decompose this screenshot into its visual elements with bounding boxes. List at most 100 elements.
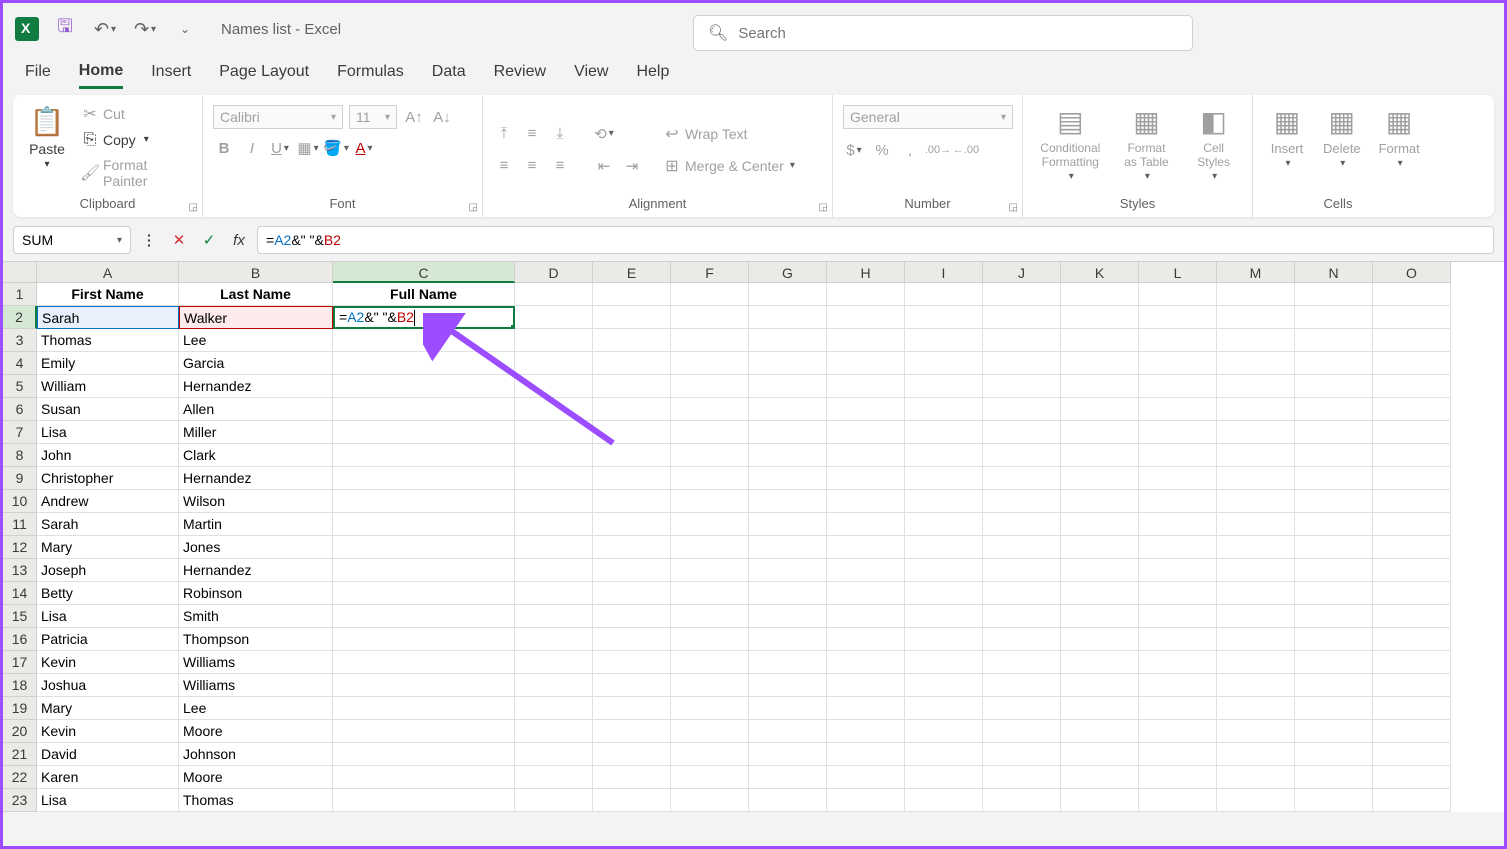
wrap-text-button[interactable]: ↩Wrap Text	[659, 123, 799, 145]
cell[interactable]	[333, 375, 515, 398]
cell[interactable]	[671, 513, 749, 536]
cell[interactable]	[749, 720, 827, 743]
cell[interactable]	[905, 743, 983, 766]
cell[interactable]	[1139, 490, 1217, 513]
font-launcher-icon[interactable]: ◲	[469, 202, 478, 213]
cell[interactable]	[827, 375, 905, 398]
tab-home[interactable]: Home	[79, 62, 123, 89]
cell[interactable]: Last Name	[179, 283, 333, 306]
merge-center-button[interactable]: ⊞Merge & Center	[659, 155, 799, 177]
cell[interactable]	[593, 490, 671, 513]
cell[interactable]: Hernandez	[179, 559, 333, 582]
cell[interactable]	[333, 605, 515, 628]
cell[interactable]	[515, 306, 593, 329]
cell[interactable]	[1139, 536, 1217, 559]
cell[interactable]	[1139, 421, 1217, 444]
cell[interactable]	[827, 582, 905, 605]
cell[interactable]: William	[37, 375, 179, 398]
cell[interactable]	[1373, 766, 1451, 789]
cell[interactable]	[1217, 697, 1295, 720]
row-header[interactable]: 7	[3, 421, 37, 444]
cell[interactable]	[1295, 329, 1373, 352]
tab-file[interactable]: File	[25, 63, 51, 87]
cell[interactable]	[593, 398, 671, 421]
font-size-select[interactable]: 11▾	[349, 105, 397, 129]
cell[interactable]	[333, 329, 515, 352]
cell[interactable]	[1061, 697, 1139, 720]
cell[interactable]	[1217, 605, 1295, 628]
cell[interactable]: Sarah	[37, 513, 179, 536]
cell[interactable]	[1295, 352, 1373, 375]
cell[interactable]: Martin	[179, 513, 333, 536]
cell[interactable]: Allen	[179, 398, 333, 421]
cell[interactable]	[1139, 720, 1217, 743]
cell[interactable]: Lisa	[37, 421, 179, 444]
col-header-l[interactable]: L	[1139, 262, 1217, 283]
decrease-decimal-icon[interactable]: ←.00	[955, 139, 977, 161]
qat-customize-icon[interactable]: ⌄	[171, 15, 199, 43]
cell[interactable]	[827, 306, 905, 329]
cell[interactable]	[749, 743, 827, 766]
cell[interactable]	[827, 743, 905, 766]
cell[interactable]	[593, 743, 671, 766]
cell[interactable]	[1295, 536, 1373, 559]
cell[interactable]	[593, 720, 671, 743]
cell[interactable]	[333, 720, 515, 743]
cell[interactable]	[1217, 651, 1295, 674]
row-header[interactable]: 6	[3, 398, 37, 421]
cell[interactable]: Patricia	[37, 628, 179, 651]
cell[interactable]	[749, 490, 827, 513]
cell[interactable]	[1139, 513, 1217, 536]
cell[interactable]	[749, 605, 827, 628]
cell[interactable]	[515, 720, 593, 743]
paste-button[interactable]: 📋 Paste ▾	[23, 101, 71, 192]
cell[interactable]	[905, 283, 983, 306]
cell[interactable]	[593, 306, 671, 329]
formula-enter-icon[interactable]: ✓	[197, 228, 221, 252]
cell[interactable]	[671, 329, 749, 352]
cell[interactable]	[1217, 444, 1295, 467]
cell[interactable]	[1295, 513, 1373, 536]
col-header-m[interactable]: M	[1217, 262, 1295, 283]
cell[interactable]	[1061, 766, 1139, 789]
cell[interactable]	[1373, 605, 1451, 628]
cell[interactable]	[515, 444, 593, 467]
cell[interactable]	[515, 536, 593, 559]
cell[interactable]: Thompson	[179, 628, 333, 651]
cell[interactable]	[983, 352, 1061, 375]
cell[interactable]	[983, 697, 1061, 720]
cell[interactable]	[983, 467, 1061, 490]
cut-button[interactable]: ✂Cut	[77, 103, 192, 125]
cell[interactable]: Thomas	[37, 329, 179, 352]
cell[interactable]	[827, 513, 905, 536]
cell[interactable]: Betty	[37, 582, 179, 605]
cell-styles-button[interactable]: ◧Cell Styles	[1185, 101, 1242, 192]
cell[interactable]	[333, 582, 515, 605]
cell[interactable]	[1139, 766, 1217, 789]
cell[interactable]	[1373, 306, 1451, 329]
cell[interactable]	[1061, 628, 1139, 651]
name-box[interactable]: SUM ▾	[13, 226, 131, 254]
format-button[interactable]: ▦Format	[1373, 101, 1426, 192]
cell[interactable]	[827, 605, 905, 628]
cell[interactable]	[671, 674, 749, 697]
cell[interactable]	[671, 651, 749, 674]
row-header[interactable]: 10	[3, 490, 37, 513]
row-header[interactable]: 19	[3, 697, 37, 720]
cell[interactable]	[905, 674, 983, 697]
cell[interactable]	[749, 375, 827, 398]
increase-indent-icon[interactable]: ⇥	[621, 155, 643, 177]
cell[interactable]: Garcia	[179, 352, 333, 375]
cell[interactable]	[983, 398, 1061, 421]
cell[interactable]	[749, 582, 827, 605]
cell[interactable]	[1061, 398, 1139, 421]
cell[interactable]	[593, 651, 671, 674]
cell[interactable]	[905, 605, 983, 628]
cell[interactable]	[1295, 559, 1373, 582]
cell[interactable]	[1217, 375, 1295, 398]
col-header-h[interactable]: H	[827, 262, 905, 283]
cell[interactable]	[593, 283, 671, 306]
cell[interactable]	[905, 697, 983, 720]
cell[interactable]	[1139, 398, 1217, 421]
cell[interactable]	[1139, 697, 1217, 720]
